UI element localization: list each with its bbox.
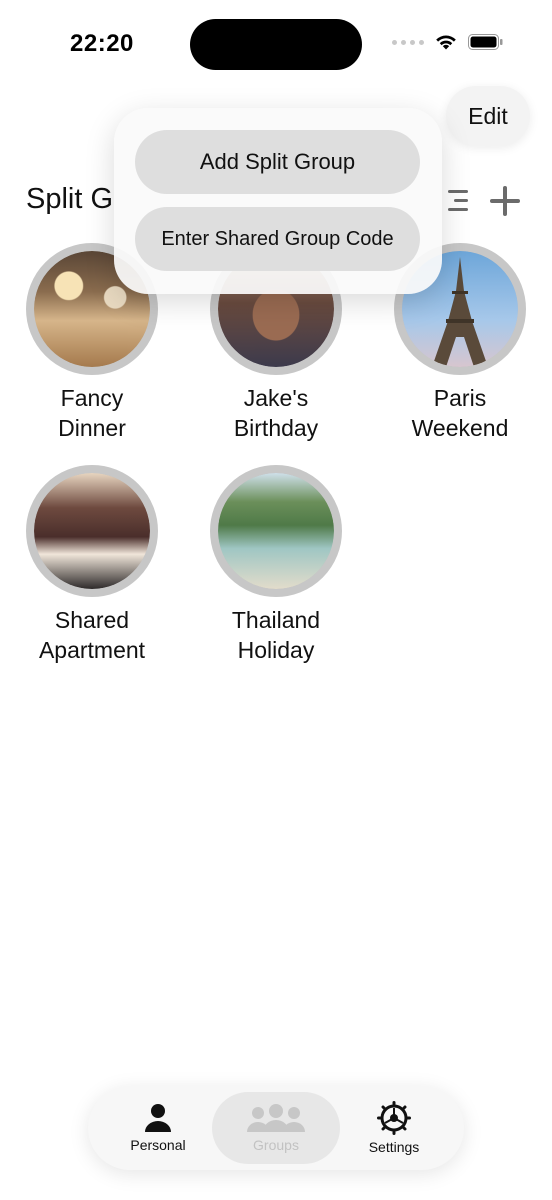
group-label: Paris Weekend [411, 385, 509, 441]
group-icon [247, 1104, 305, 1132]
group-label: Jake's Birthday [233, 385, 319, 441]
tab-settings[interactable]: Settings [344, 1086, 444, 1170]
page-title: Split G [26, 183, 114, 215]
group-item-shared-apartment[interactable]: Shared Apartment [7, 465, 177, 665]
tab-label: Personal [130, 1137, 186, 1153]
status-time: 22:20 [70, 30, 134, 57]
group-item-thailand-holiday[interactable]: Thailand Holiday [191, 465, 361, 665]
tab-bar: Personal Groups Settings [88, 1086, 464, 1170]
tab-label: Settings [368, 1139, 420, 1155]
tab-label: Groups [253, 1137, 299, 1153]
tab-personal[interactable]: Personal [108, 1086, 208, 1170]
cellular-signal-icon [392, 39, 424, 45]
add-split-group-button[interactable]: Add Split Group [135, 130, 420, 194]
gear-icon [377, 1101, 411, 1135]
edit-button[interactable]: Edit [446, 86, 530, 146]
dynamic-island [190, 19, 362, 70]
person-icon [145, 1104, 171, 1132]
group-label: Shared Apartment [38, 607, 146, 663]
status-icons [392, 33, 504, 51]
add-group-menu: Add Split Group Enter Shared Group Code [114, 108, 442, 294]
tab-groups[interactable]: Groups [212, 1092, 340, 1164]
list-icon[interactable] [444, 188, 472, 214]
group-label: Thailand Holiday [231, 607, 321, 663]
wifi-icon [436, 35, 456, 50]
enter-shared-group-code-button[interactable]: Enter Shared Group Code [135, 207, 420, 271]
add-icon[interactable] [488, 184, 522, 218]
group-photo [26, 465, 158, 597]
group-photo [210, 465, 342, 597]
group-label: Fancy Dinner [58, 385, 126, 441]
battery-icon [468, 34, 503, 50]
